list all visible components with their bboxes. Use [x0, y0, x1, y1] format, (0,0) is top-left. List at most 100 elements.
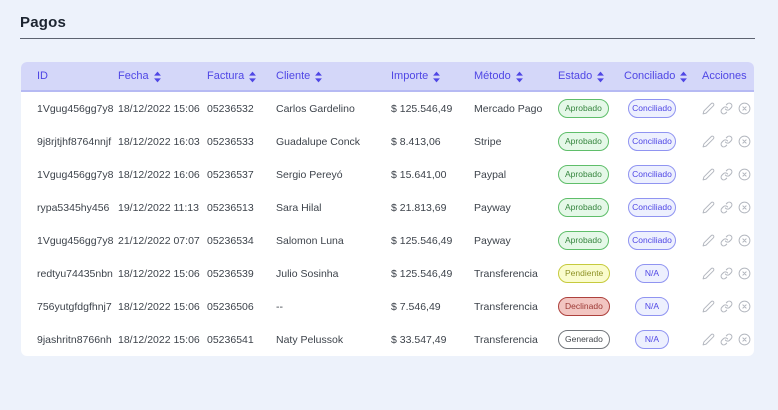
payment-method: Paypal — [474, 169, 506, 181]
edit-button[interactable] — [702, 300, 715, 313]
invoice-number: 05236541 — [207, 334, 254, 346]
payment-id: 1Vgug456gg7y8 — [37, 103, 114, 115]
payment-date: 18/12/2022 15:06 — [118, 268, 200, 280]
column-header-estado[interactable]: Estado — [558, 70, 624, 83]
link-button[interactable] — [720, 333, 733, 346]
cell-metodo: Transferencia — [474, 268, 558, 280]
column-header-acciones: Acciones — [702, 70, 754, 82]
reconciled-wrap: N/A — [628, 264, 676, 283]
cell-id: 756yutgfdgfhnj7 — [21, 301, 118, 313]
column-label: Estado — [558, 70, 592, 82]
cancel-button[interactable] — [738, 267, 751, 280]
cancel-button[interactable] — [738, 135, 751, 148]
link-button[interactable] — [720, 234, 733, 247]
cancel-button[interactable] — [738, 201, 751, 214]
client-name: Naty Pelussok — [276, 334, 343, 346]
column-label: Acciones — [702, 70, 747, 82]
payment-id: 1Vgug456gg7y8 — [37, 169, 114, 181]
column-label: Cliente — [276, 70, 310, 82]
link-icon — [720, 234, 733, 247]
cell-conciliado: N/A — [624, 330, 702, 349]
cell-importe: $ 7.546,49 — [391, 301, 474, 313]
pencil-icon — [702, 102, 715, 115]
client-name: Sara Hilal — [276, 202, 322, 214]
cancel-button[interactable] — [738, 333, 751, 346]
cell-estado: Aprobado — [558, 99, 624, 118]
cancel-circle-icon — [738, 168, 751, 181]
column-header-importe[interactable]: Importe — [391, 70, 474, 83]
invoice-number: 05236534 — [207, 235, 254, 247]
link-button[interactable] — [720, 102, 733, 115]
payment-id: 9jashritn8766nh — [37, 334, 112, 346]
cell-importe: $ 15.641,00 — [391, 169, 474, 181]
link-button[interactable] — [720, 300, 733, 313]
column-label: Factura — [207, 70, 244, 82]
cancel-button[interactable] — [738, 102, 751, 115]
edit-button[interactable] — [702, 102, 715, 115]
pencil-icon — [702, 333, 715, 346]
invoice-number: 05236506 — [207, 301, 254, 313]
link-icon — [720, 333, 733, 346]
table-row: 1Vgug456gg7y8 18/12/2022 16:06 05236537 … — [21, 158, 754, 191]
status-badge: Pendiente — [558, 264, 610, 283]
pencil-icon — [702, 135, 715, 148]
link-button[interactable] — [720, 135, 733, 148]
amount: $ 7.546,49 — [391, 301, 441, 313]
cell-estado: Aprobado — [558, 198, 624, 217]
column-header-fecha[interactable]: Fecha — [118, 70, 207, 83]
link-icon — [720, 300, 733, 313]
cell-fecha: 18/12/2022 15:06 — [118, 301, 207, 313]
cell-cliente: Salomon Luna — [276, 235, 391, 247]
cell-estado: Generado — [558, 330, 624, 349]
column-header-factura[interactable]: Factura — [207, 70, 276, 83]
table-body: 1Vgug456gg7y8 18/12/2022 15:06 05236532 … — [21, 92, 754, 356]
edit-button[interactable] — [702, 267, 715, 280]
edit-button[interactable] — [702, 135, 715, 148]
cell-actions — [702, 135, 754, 148]
column-header-conciliado[interactable]: Conciliado — [624, 70, 702, 83]
cell-actions — [702, 102, 754, 115]
payment-id: rypa5345hy456 — [37, 202, 109, 214]
edit-button[interactable] — [702, 333, 715, 346]
edit-button[interactable] — [702, 234, 715, 247]
amount: $ 8.413,06 — [391, 136, 441, 148]
invoice-number: 05236513 — [207, 202, 254, 214]
cell-conciliado: Conciliado — [624, 132, 702, 151]
cell-estado: Declinado — [558, 297, 624, 316]
cell-importe: $ 33.547,49 — [391, 334, 474, 346]
cell-actions — [702, 300, 754, 313]
payment-id: redtyu74435nbn — [37, 268, 113, 280]
cancel-button[interactable] — [738, 168, 751, 181]
table-row: 1Vgug456gg7y8 18/12/2022 15:06 05236532 … — [21, 92, 754, 125]
payment-date: 18/12/2022 15:06 — [118, 301, 200, 313]
cell-cliente: Sara Hilal — [276, 202, 391, 214]
reconciled-badge: N/A — [635, 330, 669, 349]
amount: $ 21.813,69 — [391, 202, 446, 214]
link-button[interactable] — [720, 267, 733, 280]
cell-metodo: Paypal — [474, 169, 558, 181]
cell-actions — [702, 168, 754, 181]
cell-cliente: Carlos Gardelino — [276, 103, 391, 115]
link-button[interactable] — [720, 201, 733, 214]
cell-id: 9jashritn8766nh — [21, 334, 118, 346]
column-header-metodo[interactable]: Método — [474, 70, 558, 83]
cancel-circle-icon — [738, 102, 751, 115]
reconciled-badge: Conciliado — [628, 99, 676, 118]
cell-conciliado: Conciliado — [624, 99, 702, 118]
cell-actions — [702, 267, 754, 280]
sort-icon — [314, 71, 323, 83]
edit-button[interactable] — [702, 201, 715, 214]
payment-date: 18/12/2022 16:03 — [118, 136, 200, 148]
link-button[interactable] — [720, 168, 733, 181]
cell-cliente: Julio Sosinha — [276, 268, 391, 280]
cell-estado: Pendiente — [558, 264, 624, 283]
cell-factura: 05236533 — [207, 136, 276, 148]
edit-button[interactable] — [702, 168, 715, 181]
cancel-button[interactable] — [738, 300, 751, 313]
cancel-button[interactable] — [738, 234, 751, 247]
column-label: Conciliado — [624, 70, 675, 82]
cell-id: rypa5345hy456 — [21, 202, 118, 214]
payment-method: Payway — [474, 202, 511, 214]
column-header-cliente[interactable]: Cliente — [276, 70, 391, 83]
payment-date: 21/12/2022 07:07 — [118, 235, 200, 247]
